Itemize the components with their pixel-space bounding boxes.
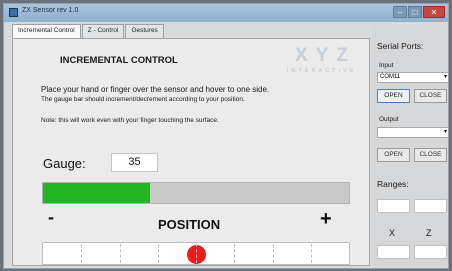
plus-label: + bbox=[320, 208, 332, 230]
gauge-bar bbox=[42, 182, 350, 204]
serial-ports-sidebar: Serial Ports: Input COM11 ▾ OPEN CLOSE O… bbox=[372, 24, 448, 268]
track-segment-divider bbox=[234, 244, 236, 263]
instruction-line-1: Place your hand or finger over the senso… bbox=[41, 85, 270, 94]
gauge-value-field: 35 bbox=[111, 153, 158, 172]
panel-heading: INCREMENTAL CONTROL bbox=[60, 55, 178, 66]
incremental-control-panel: INCREMENTAL CONTROL XYZ INTERACTIVE Plac… bbox=[12, 38, 370, 266]
app-icon bbox=[9, 8, 18, 17]
note-text: Note: this will work even with your fing… bbox=[41, 117, 219, 124]
tab-z-control[interactable]: Z - Control bbox=[81, 24, 125, 38]
track-segment-divider bbox=[196, 244, 197, 263]
gauge-fill bbox=[43, 183, 151, 203]
chevron-down-icon: ▾ bbox=[443, 74, 447, 80]
tab-strip: Incremental Control Z - Control Gestures bbox=[12, 24, 165, 40]
window-controls: – □ ✕ bbox=[393, 6, 445, 18]
xyz-logo: XYZ INTERACTIVE bbox=[287, 45, 356, 74]
output-open-button[interactable]: OPEN bbox=[377, 148, 410, 162]
z-label: Z bbox=[426, 228, 432, 238]
input-port-select[interactable]: COM11 ▾ bbox=[377, 72, 448, 83]
input-close-button[interactable]: CLOSE bbox=[414, 89, 447, 103]
app-window: ZX Sensor rev 1.0 – □ ✕ Incremental Cont… bbox=[3, 3, 449, 269]
track-segment-divider bbox=[119, 244, 121, 263]
output-label: Output bbox=[379, 116, 399, 123]
track-segment-divider bbox=[272, 244, 274, 263]
x-label: X bbox=[389, 228, 396, 238]
track-segment-divider bbox=[157, 244, 159, 263]
svg-text:INTERACTIVE: INTERACTIVE bbox=[287, 68, 356, 74]
tab-gestures[interactable]: Gestures bbox=[125, 24, 164, 38]
track-segment-divider bbox=[81, 244, 83, 263]
range-max-field bbox=[414, 199, 447, 213]
track-segment-divider bbox=[310, 244, 312, 263]
input-port-value: COM11 bbox=[380, 74, 401, 80]
position-label: POSITION bbox=[158, 217, 221, 232]
instruction-line-2: The gauge bar should increment/decrement… bbox=[41, 96, 245, 103]
output-port-select[interactable]: ▾ bbox=[377, 127, 448, 138]
output-close-button[interactable]: CLOSE bbox=[414, 148, 447, 162]
window-title: ZX Sensor rev 1.0 bbox=[22, 7, 79, 14]
ranges-label: Ranges: bbox=[377, 179, 409, 189]
gauge-label: Gauge: bbox=[43, 156, 86, 171]
chevron-down-icon: ▾ bbox=[443, 129, 447, 135]
minus-label: - bbox=[48, 207, 54, 227]
z-value-field bbox=[414, 245, 447, 259]
svg-text:XYZ: XYZ bbox=[295, 45, 356, 66]
title-bar[interactable]: ZX Sensor rev 1.0 – □ ✕ bbox=[4, 4, 448, 22]
close-window-button[interactable]: ✕ bbox=[423, 6, 445, 18]
input-open-button[interactable]: OPEN bbox=[377, 89, 410, 103]
range-min-field bbox=[377, 199, 410, 213]
minimize-button[interactable]: – bbox=[393, 6, 407, 18]
maximize-button[interactable]: □ bbox=[408, 6, 422, 18]
x-value-field bbox=[377, 245, 410, 259]
position-track bbox=[42, 242, 350, 265]
input-label: Input bbox=[379, 62, 394, 69]
serial-ports-title: Serial Ports: bbox=[377, 41, 424, 51]
